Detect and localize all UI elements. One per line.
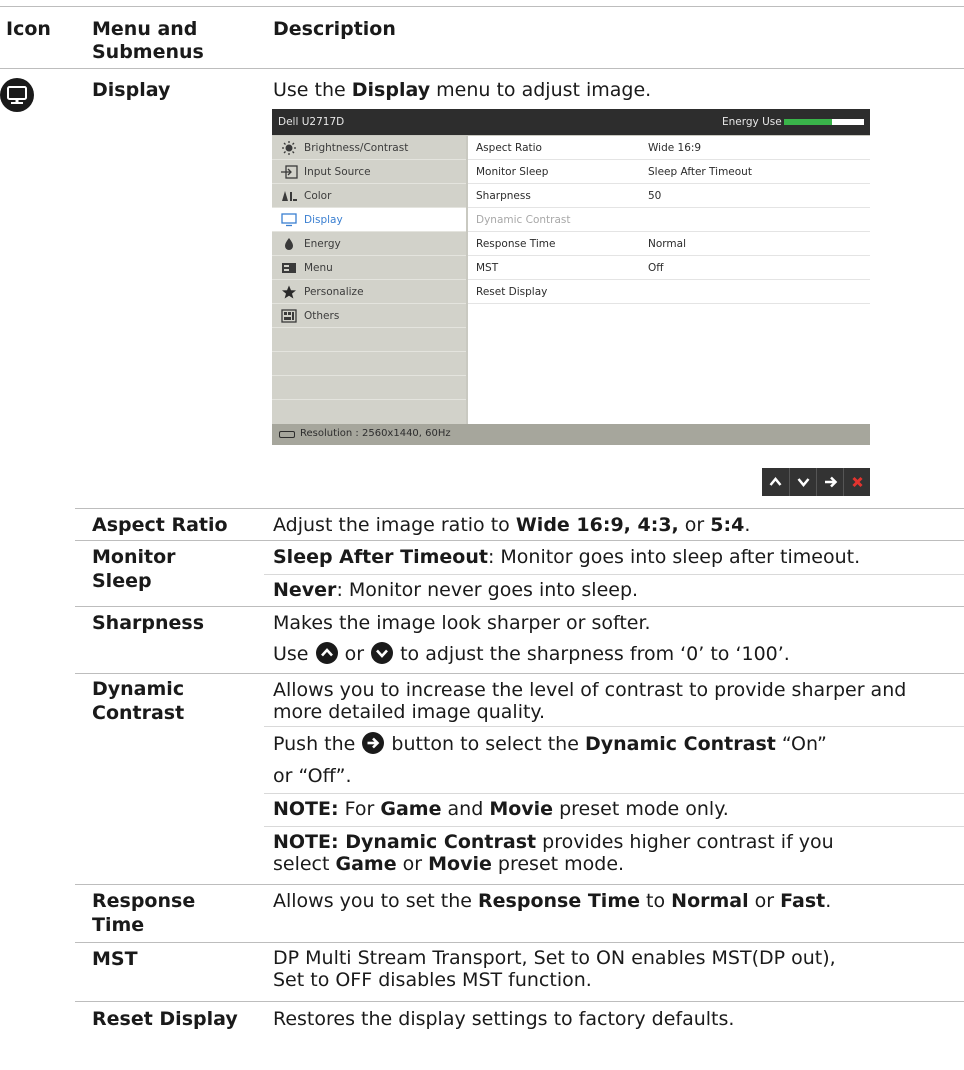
osd-model: Dell U2717D	[278, 116, 345, 128]
close-icon[interactable]	[843, 468, 870, 496]
reset-display-label: Reset Display	[92, 1008, 238, 1030]
osd-menu-menu[interactable]: Menu	[272, 256, 466, 280]
reset-display-description: Restores the display settings to factory…	[273, 1008, 735, 1030]
osd-setting-reset-display[interactable]: Reset Display	[468, 280, 870, 304]
osd-menu-display[interactable]: Display	[272, 208, 466, 232]
star-icon	[280, 285, 298, 299]
display-icon	[280, 213, 298, 227]
input-source-icon	[280, 165, 298, 179]
osd-resolution: Resolution : 2560x1440, 60Hz	[300, 428, 451, 439]
sharpness-adjust-description: Use or to adjust the sharpness from ‘0’ …	[273, 641, 790, 665]
mst-label: MST	[92, 948, 138, 970]
dynamic-contrast-note-2: NOTE: Dynamic Contrast provides higher c…	[273, 831, 834, 875]
display-menu-icon	[0, 78, 34, 112]
row-divider	[75, 884, 964, 885]
osd-status-bar: Resolution : 2560x1440, 60Hz	[272, 424, 870, 445]
energy-icon	[280, 237, 298, 251]
osd-menu-brightness-contrast[interactable]: Brightness/Contrast	[272, 136, 466, 160]
row-divider	[75, 673, 964, 674]
osd-setting-dynamic-contrast: Dynamic Contrast	[468, 208, 870, 232]
response-time-description: Allows you to set the Response Time to N…	[273, 890, 832, 912]
row-divider	[75, 606, 964, 607]
right-circle-icon	[361, 731, 385, 755]
up-arrow-icon[interactable]	[762, 468, 789, 496]
dynamic-contrast-label: Dynamic Contrast	[92, 678, 185, 724]
aspect-ratio-description: Adjust the image ratio to Wide 16:9, 4:3…	[273, 514, 751, 536]
osd-setting-monitor-sleep[interactable]: Monitor Sleep Sleep After Timeout	[468, 160, 870, 184]
osd-menu-others[interactable]: Others	[272, 304, 466, 328]
mst-description: DP Multi Stream Transport, Set to ON ena…	[273, 947, 836, 991]
display-description: Use the Display menu to adjust image.	[273, 79, 652, 101]
color-icon	[280, 189, 298, 203]
sharpness-description: Makes the image look sharper or softer.	[273, 612, 651, 634]
osd-setting-aspect-ratio[interactable]: Aspect Ratio Wide 16:9	[468, 136, 870, 160]
header-menu: Menu and Submenus	[92, 18, 204, 63]
osd-button-bar	[762, 468, 870, 496]
others-icon	[280, 309, 298, 323]
row-divider	[75, 1001, 964, 1002]
right-arrow-icon[interactable]	[816, 468, 843, 496]
energy-use-bar	[784, 119, 864, 125]
energy-use-fill	[784, 119, 832, 125]
sharpness-label: Sharpness	[92, 612, 205, 634]
osd-main-menu: Brightness/Contrast Input Source Color D…	[272, 136, 466, 424]
dynamic-contrast-on-off: or “Off”.	[273, 765, 352, 787]
osd-setting-sharpness[interactable]: Sharpness 50	[468, 184, 870, 208]
osd-energy-label: Energy Use	[722, 116, 782, 128]
sub-divider	[264, 726, 964, 727]
osd-title-bar: Dell U2717D Energy Use	[272, 109, 870, 135]
aspect-ratio-label: Aspect Ratio	[92, 514, 228, 536]
monitor-sleep-label: Monitor Sleep	[92, 546, 176, 592]
dynamic-contrast-push-description: Push the button to select the Dynamic Co…	[273, 731, 827, 755]
sub-divider	[264, 574, 964, 575]
brightness-icon	[280, 141, 298, 155]
osd-screenshot: Dell U2717D Energy Use Brightness/Contra…	[272, 109, 870, 445]
sub-divider	[264, 826, 964, 827]
osd-menu-empty	[272, 376, 466, 400]
sub-divider	[264, 793, 964, 794]
monitor-sleep-timeout-description: Sleep After Timeout: Monitor goes into s…	[273, 546, 861, 568]
down-circle-icon	[370, 641, 394, 665]
osd-menu-input-source[interactable]: Input Source	[272, 160, 466, 184]
menu-icon	[280, 261, 298, 275]
monitor-sleep-never-description: Never: Monitor never goes into sleep.	[273, 579, 639, 601]
osd-setting-response-time[interactable]: Response Time Normal	[468, 232, 870, 256]
osd-menu-personalize[interactable]: Personalize	[272, 280, 466, 304]
row-divider	[75, 942, 964, 943]
header-rule	[0, 68, 964, 69]
osd-menu-empty	[272, 328, 466, 352]
display-menu-label: Display	[92, 79, 171, 101]
response-time-label: Response Time	[92, 890, 196, 936]
displayport-icon	[279, 431, 295, 438]
header-description: Description	[273, 18, 396, 40]
row-divider	[75, 540, 964, 541]
osd-setting-mst[interactable]: MST Off	[468, 256, 870, 280]
header-icon: Icon	[6, 18, 51, 40]
osd-menu-empty	[272, 352, 466, 376]
osd-display-submenu: Aspect Ratio Wide 16:9 Monitor Sleep Sle…	[468, 136, 870, 424]
dynamic-contrast-description: Allows you to increase the level of cont…	[273, 679, 907, 723]
up-circle-icon	[315, 641, 339, 665]
down-arrow-icon[interactable]	[789, 468, 816, 496]
row-divider	[75, 508, 964, 509]
top-rule	[0, 6, 964, 7]
osd-menu-energy[interactable]: Energy	[272, 232, 466, 256]
dynamic-contrast-note-1: NOTE: For Game and Movie preset mode onl…	[273, 798, 729, 820]
osd-menu-color[interactable]: Color	[272, 184, 466, 208]
